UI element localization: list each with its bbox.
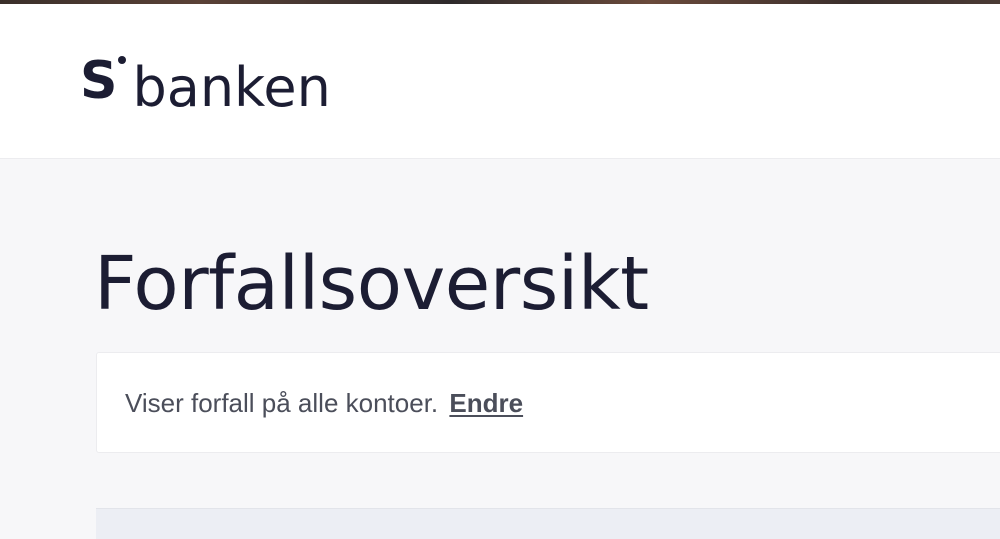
account-filter-description: Viser forfall på alle kontoer. bbox=[125, 388, 439, 418]
account-filter-text: Viser forfall på alle kontoer. Endre bbox=[125, 387, 523, 419]
next-section-card bbox=[96, 508, 1000, 539]
page-title: Forfallsoversikt bbox=[94, 241, 649, 327]
account-filter-card: Viser forfall på alle kontoer. Endre bbox=[96, 352, 1000, 453]
site-header: S banken bbox=[0, 4, 1000, 159]
sbanken-logo[interactable]: S banken bbox=[80, 46, 331, 119]
change-accounts-link[interactable]: Endre bbox=[449, 388, 523, 418]
logo-wordmark: banken bbox=[132, 56, 331, 119]
logo-dot bbox=[118, 56, 127, 64]
logo-letter: S bbox=[80, 51, 117, 111]
